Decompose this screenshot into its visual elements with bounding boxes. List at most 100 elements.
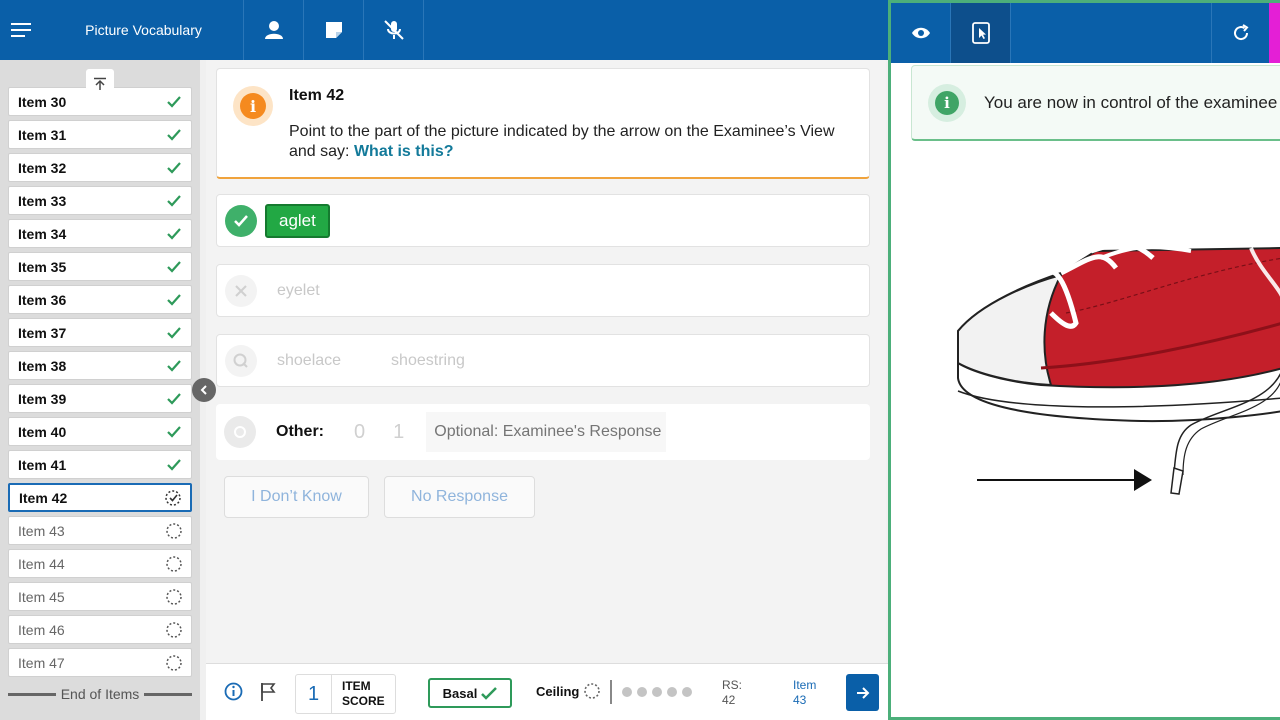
info-icon — [224, 682, 243, 701]
divider — [610, 680, 612, 704]
sidebar-item-label: Item 33 — [18, 192, 67, 209]
basal-label: Basal — [442, 685, 478, 701]
sidebar-item[interactable]: Item 45 — [8, 582, 192, 611]
check-icon — [234, 214, 248, 227]
sidebar-item[interactable]: Item 32 — [8, 153, 192, 182]
item-title: Item 42 — [289, 87, 345, 104]
answer-option-shoestring[interactable]: shoestring — [391, 352, 465, 370]
notes-button[interactable] — [304, 0, 364, 60]
raw-score-label: RS: — [722, 678, 743, 692]
sidebar-item[interactable]: Item 43 — [8, 516, 192, 545]
status-accent — [1269, 3, 1280, 63]
other-label: Other: — [276, 423, 324, 440]
check-icon — [167, 128, 181, 141]
flag-button[interactable] — [260, 682, 276, 707]
ceiling-progress-dots — [622, 687, 692, 697]
sidebar-item-label: Item 46 — [18, 621, 65, 638]
person-icon — [264, 21, 283, 39]
answer-row-incorrect[interactable]: eyelet — [216, 264, 870, 317]
correct-status[interactable] — [225, 204, 257, 237]
check-icon — [481, 686, 498, 700]
sidebar-item-label: Item 44 — [18, 555, 65, 572]
scroll-to-top-button[interactable] — [86, 69, 114, 99]
examinee-response-input[interactable] — [426, 412, 667, 452]
check-icon — [167, 326, 181, 339]
sidebar-item[interactable]: Item 42 — [8, 483, 192, 512]
control-examinee-button[interactable] — [951, 3, 1011, 63]
sidebar-item[interactable]: Item 39 — [8, 384, 192, 413]
info-icon: i — [240, 93, 266, 119]
sidebar-item-label: Item 38 — [18, 357, 67, 374]
aglet — [1170, 466, 1184, 495]
end-of-items-label: End of Items — [60, 686, 140, 702]
view-toggle-button[interactable] — [891, 3, 951, 63]
note-icon — [325, 22, 342, 38]
collapse-sidebar-button[interactable] — [192, 378, 216, 402]
sidebar-item-label: Item 47 — [18, 654, 65, 671]
sidebar-item[interactable]: Item 47 — [8, 648, 192, 677]
answer-row-other: Other: 0 1 — [216, 404, 870, 460]
item-score-label: ITEM SCORE — [332, 679, 385, 709]
item-score-label-line1: ITEM — [342, 679, 371, 693]
ceiling-dot — [637, 687, 647, 697]
examiner-profile-button[interactable] — [244, 0, 304, 60]
examinee-view-panel: i You are now in control of the examinee — [888, 0, 1280, 720]
end-of-items: End of Items — [8, 686, 192, 702]
sidebar-item-label: Item 34 — [18, 225, 67, 242]
check-icon — [167, 359, 181, 372]
sidebar-item[interactable]: Item 37 — [8, 318, 192, 347]
status-bar: 1 ITEM SCORE Basal Ceiling RS: 42 Item 4… — [206, 663, 888, 720]
sidebar-item-label: Item 40 — [18, 423, 67, 440]
no-response-button[interactable]: No Response — [384, 476, 535, 518]
check-icon — [167, 227, 181, 240]
next-item-indicator: Item 43 — [793, 678, 816, 708]
sidebar-item[interactable]: Item 40 — [8, 417, 192, 446]
check-icon — [167, 260, 181, 273]
answer-option-shoelace[interactable]: shoelace — [277, 352, 341, 370]
sidebar-item[interactable]: Item 31 — [8, 120, 192, 149]
score-option-1[interactable]: 1 — [393, 421, 404, 444]
answer-row-query[interactable]: shoelace shoestring — [216, 334, 870, 387]
instruction-question: What is this? — [353, 143, 454, 160]
sidebar-item-label: Item 45 — [18, 588, 65, 605]
control-banner: i You are now in control of the examinee — [911, 65, 1280, 141]
check-icon — [167, 392, 181, 405]
query-icon — [233, 353, 248, 368]
dont-know-button[interactable]: I Don’t Know — [224, 476, 369, 518]
pending-circle-icon — [166, 555, 182, 572]
answer-row-correct[interactable]: aglet — [216, 194, 870, 247]
score-option-0[interactable]: 0 — [354, 421, 365, 444]
sidebar-item[interactable]: Item 46 — [8, 615, 192, 644]
sidebar-item[interactable]: Item 44 — [8, 549, 192, 578]
next-item-button[interactable] — [846, 674, 879, 711]
answer-option-eyelet[interactable]: eyelet — [277, 282, 320, 300]
sidebar-item[interactable]: Item 35 — [8, 252, 192, 281]
in-progress-icon — [165, 489, 181, 506]
sidebar-item[interactable]: Item 33 — [8, 186, 192, 215]
mic-off-icon — [383, 20, 404, 40]
menu-button[interactable] — [0, 0, 44, 60]
arrow-to-top-icon — [94, 77, 106, 90]
eye-icon — [911, 27, 930, 39]
answer-chip-aglet[interactable]: aglet — [265, 203, 330, 238]
refresh-icon — [1233, 24, 1249, 41]
flag-icon — [261, 683, 276, 701]
basal-indicator: Basal — [428, 678, 512, 708]
item-score-box: 1 ITEM SCORE — [295, 674, 396, 714]
refresh-button[interactable] — [1211, 3, 1269, 63]
sidebar-item[interactable]: Item 36 — [8, 285, 192, 314]
sidebar-item-label: Item 43 — [18, 522, 65, 539]
sidebar-item[interactable]: Item 41 — [8, 450, 192, 479]
pending-circle-icon — [166, 588, 182, 605]
incorrect-status[interactable] — [225, 274, 257, 307]
sidebar-item-label: Item 39 — [18, 390, 67, 407]
sidebar-item[interactable]: Item 34 — [8, 219, 192, 248]
sidebar-item-label: Item 37 — [18, 324, 67, 341]
info-button[interactable] — [224, 682, 243, 706]
query-status[interactable] — [225, 344, 257, 377]
mute-mic-button[interactable] — [364, 0, 424, 60]
sidebar-item[interactable]: Item 38 — [8, 351, 192, 380]
x-icon — [235, 284, 247, 297]
ceiling-label: Ceiling — [536, 683, 580, 699]
other-status[interactable] — [224, 416, 256, 448]
